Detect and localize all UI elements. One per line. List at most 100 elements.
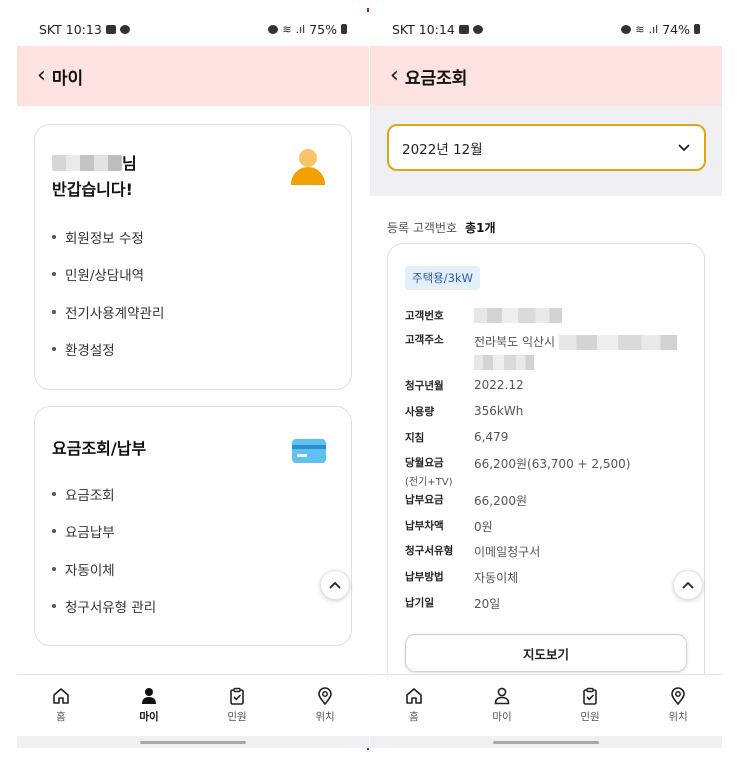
nav-complaint[interactable]: 민원 xyxy=(546,675,634,736)
nav-label: 민원 xyxy=(227,711,247,723)
status-bar: SKT 10:13 ≋ .ıl 75% xyxy=(17,12,369,46)
bill-row: 당월요금 (전기+TV) 66,200원(63,700 + 2,500) xyxy=(405,455,695,488)
menu-item-bill-inquiry[interactable]: 요금조회 xyxy=(52,475,156,513)
customer-address-row: 고객주소 전라북도 익산시 xyxy=(405,332,695,372)
registered-label: 등록 고객번호 xyxy=(387,221,458,235)
bill-row: 지침 6,479 xyxy=(405,430,695,445)
bill-row: 청구년월 2022.12 xyxy=(405,378,695,393)
scroll-to-top-button[interactable] xyxy=(673,570,703,600)
billing-menu-list: 요금조회 요금납부 자동이체 청구서유형 관리 xyxy=(52,475,156,625)
wifi-icon: ≋ xyxy=(635,22,645,36)
home-icon xyxy=(53,688,69,704)
month-select-value: 2022년 12월 xyxy=(402,141,483,158)
chevron-up-icon xyxy=(682,581,694,589)
billing-card-title: 요금조회/납부 xyxy=(52,439,147,458)
nav-my[interactable]: 마이 xyxy=(458,675,546,736)
bottom-navigation: 홈 마이 민원 위치 xyxy=(370,674,722,736)
blurred-address-line2 xyxy=(474,355,534,370)
nav-label: 위치 xyxy=(315,711,335,723)
signal-icon: .ıl xyxy=(648,22,659,36)
page-title: 요금조회 xyxy=(404,68,468,89)
field-sublabel: (전기+TV) xyxy=(405,477,453,488)
field-value: 66,200원(63,700 + 2,500) xyxy=(474,457,631,471)
scroll-to-top-button[interactable] xyxy=(320,570,350,600)
nav-my[interactable]: 마이 xyxy=(105,675,193,736)
menu-item-contract-management[interactable]: 전기사용계약관리 xyxy=(52,293,164,331)
nav-complaint[interactable]: 민원 xyxy=(193,675,281,736)
signal-icon: .ıl xyxy=(295,22,306,36)
gesture-bar xyxy=(370,736,722,748)
gallery-icon xyxy=(458,24,469,34)
nav-label: 민원 xyxy=(580,711,600,723)
field-value: 자동이체 xyxy=(474,571,519,585)
bill-inquiry-screen: SKT 10:14 ≋ .ıl 74% ‹ 요금조회 2022년 12월 등록 … xyxy=(370,12,722,748)
nav-label: 위치 xyxy=(668,711,688,723)
menu-item-bill-payment[interactable]: 요금납부 xyxy=(52,513,156,551)
nav-location[interactable]: 위치 xyxy=(281,675,369,736)
field-value: 356kWh xyxy=(474,404,524,418)
field-label: 청구서유형 xyxy=(405,545,454,557)
nav-location[interactable]: 위치 xyxy=(634,675,722,736)
bill-row: 납기일 20일 xyxy=(405,595,695,612)
nav-label: 홈 xyxy=(409,711,419,723)
customer-number-row: 고객번호 xyxy=(405,308,695,323)
chevron-up-icon xyxy=(329,581,341,589)
menu-item-bill-type[interactable]: 청구서유형 관리 xyxy=(52,588,156,626)
field-value: 0원 xyxy=(474,520,493,534)
clipboard-check-icon xyxy=(583,687,597,705)
credit-card-icon xyxy=(292,439,326,463)
greeting: 님 반갑습니다! xyxy=(52,151,137,203)
menu-item-auto-transfer[interactable]: 자동이체 xyxy=(52,550,156,588)
alarm-icon xyxy=(621,24,632,34)
field-label: 고객번호 xyxy=(405,310,444,322)
field-value: 66,200원 xyxy=(474,494,528,508)
page-title: 마이 xyxy=(51,68,84,89)
field-label: 납기일 xyxy=(405,597,434,609)
blurred-customer-number xyxy=(474,308,562,323)
contract-type-badge: 주택용/3kW xyxy=(405,266,480,290)
field-label: 사용량 xyxy=(405,406,434,418)
nav-label: 홈 xyxy=(56,711,66,723)
nav-home[interactable]: 홈 xyxy=(370,675,458,736)
chevron-down-icon xyxy=(678,143,690,151)
field-label: 납부방법 xyxy=(405,571,444,583)
registered-count: 총1개 xyxy=(465,221,496,235)
gallery-icon xyxy=(105,24,116,34)
bill-row: 사용량 356kWh xyxy=(405,404,695,419)
bottom-navigation: 홈 마이 민원 위치 xyxy=(17,674,369,736)
menu-item-edit-profile[interactable]: 회원정보 수정 xyxy=(52,218,164,256)
field-value: 2022.12 xyxy=(474,378,524,392)
location-pin-icon xyxy=(318,687,332,705)
billing-card: 요금조회/납부 요금조회 요금납부 자동이체 청구서유형 관리 xyxy=(34,406,352,646)
field-label: 청구년월 xyxy=(405,380,444,392)
nav-label: 마이 xyxy=(492,711,512,723)
field-label: 고객주소 xyxy=(405,334,444,346)
field-label-text: 당월요금 xyxy=(405,457,444,469)
clipboard-check-icon xyxy=(230,687,244,705)
person-icon xyxy=(494,687,510,705)
alarm-icon xyxy=(268,24,279,34)
greeting-line2: 반갑습니다! xyxy=(52,180,133,199)
blurred-address xyxy=(558,335,677,350)
page-header: ‹ 마이 xyxy=(17,46,369,106)
nav-home[interactable]: 홈 xyxy=(17,675,105,736)
menu-item-settings[interactable]: 환경설정 xyxy=(52,331,164,369)
month-select[interactable]: 2022년 12월 xyxy=(387,124,706,171)
bill-row: 납부방법 자동이체 xyxy=(405,569,695,586)
field-value: 이메일청구서 xyxy=(474,545,541,559)
page-header: ‹ 요금조회 xyxy=(370,46,722,106)
chat-icon xyxy=(472,24,483,34)
my-page-screen: SKT 10:13 ≋ .ıl 75% ‹ 마이 님 반갑습니다! 회원정보 수… xyxy=(17,12,369,748)
status-bar: SKT 10:14 ≋ .ıl 74% xyxy=(370,12,722,46)
back-button[interactable]: ‹ xyxy=(37,65,46,87)
battery-level: 75% xyxy=(309,21,337,37)
wifi-icon: ≋ xyxy=(282,22,292,36)
month-select-area: 2022년 12월 xyxy=(370,106,722,196)
profile-card: 님 반갑습니다! 회원정보 수정 민원/상담내역 전기사용계약관리 환경설정 xyxy=(34,124,352,390)
view-map-button[interactable]: 지도보기 xyxy=(405,634,687,672)
back-button[interactable]: ‹ xyxy=(390,65,399,87)
blurred-user-name xyxy=(52,155,122,171)
bill-row: 납부차액 0원 xyxy=(405,518,695,535)
registered-customers: 등록 고객번호 총1개 xyxy=(387,219,496,236)
menu-item-inquiry-history[interactable]: 민원/상담내역 xyxy=(52,256,164,294)
